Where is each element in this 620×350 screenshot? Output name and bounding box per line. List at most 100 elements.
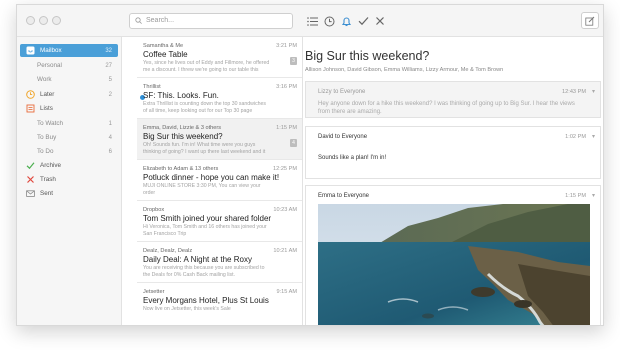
sidebar-item-mailbox[interactable]: Mailbox 32: [20, 44, 118, 57]
sidebar-item-personal[interactable]: Personal 27: [20, 59, 118, 72]
message-preview: Yes, since he lives out of Eddy and Fill…: [143, 60, 270, 73]
message-time: 10:21 AM: [273, 248, 297, 254]
sidebar-item-label: Lists: [40, 105, 53, 112]
attached-photo[interactable]: [318, 204, 590, 325]
title-bar: Search...: [17, 5, 603, 37]
message-preview: You are receiving this because you are s…: [143, 265, 265, 278]
sidebar-item-label: To Buy: [37, 134, 57, 141]
sidebar-item-later[interactable]: Later 2: [20, 88, 118, 101]
message-row[interactable]: Dealz, Dealz, Dealz 10:21 AM Daily Deal:…: [137, 242, 302, 283]
thread-participants: Allison Johnson, David Gibson, Emma Will…: [305, 67, 504, 73]
sidebar-item-label: Sent: [40, 190, 53, 197]
message-row-selected[interactable]: Emma, David, Lizzie & 3 others 1:15 PM B…: [137, 119, 302, 160]
message-body: Hey anyone down for a hike this weekend?…: [318, 101, 575, 115]
close-icon[interactable]: [373, 14, 387, 28]
message-body: Sounds like a plan! I'm in!: [318, 155, 387, 161]
message-preview: Hi Veronica, Tom Smith and 16 others has…: [143, 224, 267, 237]
message-list: Samantha & Me 3:21 PM Coffee Table Yes, …: [137, 37, 303, 325]
sidebar-item-to-watch[interactable]: To Watch 1: [20, 117, 118, 130]
message-subject: Coffee Table: [143, 50, 188, 59]
message-sender: Jetsetter: [143, 289, 165, 295]
message-sender: Elizabeth to Adam & 13 others: [143, 166, 219, 172]
app-window: Search... Mailbox 32 Personal 27 Work 5 …: [16, 4, 604, 326]
thread-title: Big Sur this weekend?: [305, 49, 430, 63]
message-time: 1:15 PM: [565, 193, 586, 199]
envelope-icon: [26, 189, 35, 198]
message-subject: Tom Smith joined your shared folder: [143, 214, 272, 223]
sidebar-item-lists[interactable]: Lists: [20, 102, 118, 115]
sidebar-item-count: 2: [108, 91, 112, 98]
message-time: 12:25 PM: [273, 166, 297, 172]
message-time: 12:43 PM: [562, 89, 586, 95]
message-time: 1:15 PM: [276, 125, 297, 131]
message-row[interactable]: Dropbox 10:23 AM Tom Smith joined your s…: [137, 201, 302, 242]
message-time: 9:15 AM: [276, 289, 297, 295]
message-subject: Daily Deal: A Night at the Roxy: [143, 255, 252, 264]
sidebar-item-count: 32: [105, 47, 112, 54]
bell-icon[interactable]: [339, 14, 353, 28]
sidebar-item-label: Personal: [37, 62, 62, 69]
sidebar-item-count: 5: [108, 76, 112, 83]
compose-button[interactable]: [581, 12, 599, 29]
message-subject: Big Sur this weekend?: [143, 132, 223, 141]
message-row[interactable]: Samantha & Me 3:21 PM Coffee Table Yes, …: [137, 37, 302, 78]
message-subject: Potluck dinner - hope you can make it!: [143, 173, 280, 182]
message-row[interactable]: Elizabeth to Adam & 13 others 12:25 PM P…: [137, 160, 302, 201]
sidebar-item-label: Work: [37, 76, 52, 83]
sidebar-item-sent[interactable]: Sent: [20, 187, 118, 200]
clock-icon[interactable]: [322, 14, 336, 28]
message-preview: Oh! Sounds fun. I'm in! What time were y…: [143, 142, 266, 155]
sidebar-item-to-buy[interactable]: To Buy 4: [20, 131, 118, 144]
compose-icon: [585, 16, 595, 26]
thread-count-badge: 3: [290, 57, 297, 65]
minimize-window-button[interactable]: [39, 16, 48, 25]
check-icon[interactable]: [356, 14, 370, 28]
search-placeholder: Search...: [146, 17, 175, 24]
check-icon: [26, 161, 35, 170]
sidebar-item-to-do[interactable]: To Do 6: [20, 145, 118, 158]
message-from: Emma to Everyone: [318, 193, 370, 199]
sidebar-item-label: Later: [40, 91, 55, 98]
chevron-down-icon[interactable]: ▾: [592, 192, 595, 199]
sidebar-item-archive[interactable]: Archive: [20, 159, 118, 172]
thread-count-badge: 4: [290, 139, 297, 147]
thread-message[interactable]: David to Everyone 1:02 PM ▾ Sounds like …: [305, 126, 601, 179]
message-sender: Emma, David, Lizzie & 3 others: [143, 125, 222, 131]
thread-message[interactable]: Emma to Everyone 1:15 PM ▾: [305, 185, 601, 325]
zoom-window-button[interactable]: [52, 16, 61, 25]
message-from: Lizzy to Everyone: [318, 89, 366, 95]
sidebar-item-count: 1: [108, 120, 112, 127]
message-preview: MUJI ONLINE STORE 3:30 PM, You can view …: [143, 183, 261, 196]
chevron-down-icon[interactable]: ▾: [592, 88, 595, 95]
list-icon[interactable]: [305, 14, 319, 28]
message-time: 3:16 PM: [276, 84, 297, 90]
sidebar-item-count: 4: [108, 134, 112, 141]
message-preview: Extra Thrillist is counting down the top…: [143, 101, 267, 114]
message-subject: SF: This. Looks. Fun.: [143, 91, 219, 100]
message-preview: Now live on Jetsetter, this week's Sale: [143, 306, 231, 312]
message-sender: Thrillist: [143, 84, 161, 90]
message-subject: Every Morgans Hotel, Plus St Louis: [143, 296, 269, 305]
message-sender: Dropbox: [143, 207, 165, 213]
inbox-icon: [26, 46, 35, 55]
chevron-down-icon[interactable]: ▾: [592, 133, 595, 140]
close-window-button[interactable]: [26, 16, 35, 25]
sidebar-item-label: To Do: [37, 148, 54, 155]
sidebar-item-trash[interactable]: Trash: [20, 173, 118, 186]
thread-message[interactable]: Lizzy to Everyone 12:43 PM ▾ Hey anyone …: [305, 81, 601, 118]
message-sender: Samantha & Me: [143, 43, 184, 49]
sidebar-item-label: Trash: [40, 176, 56, 183]
message-row[interactable]: Jetsetter 9:15 AM Every Morgans Hotel, P…: [137, 283, 302, 324]
message-from: David to Everyone: [318, 134, 368, 140]
search-icon: [135, 17, 142, 26]
message-row[interactable]: Thrillist 3:16 PM SF: This. Looks. Fun. …: [137, 78, 302, 119]
sidebar-item-label: Mailbox: [40, 47, 62, 54]
search-input[interactable]: Search...: [129, 13, 293, 29]
sidebar-item-work[interactable]: Work 5: [20, 73, 118, 86]
message-time: 1:02 PM: [565, 134, 586, 140]
sidebar-item-label: To Watch: [37, 120, 64, 127]
lists-icon: [26, 104, 35, 113]
message-time: 3:21 PM: [276, 43, 297, 49]
close-icon: [26, 175, 35, 184]
sidebar-item-label: Archive: [40, 162, 61, 169]
